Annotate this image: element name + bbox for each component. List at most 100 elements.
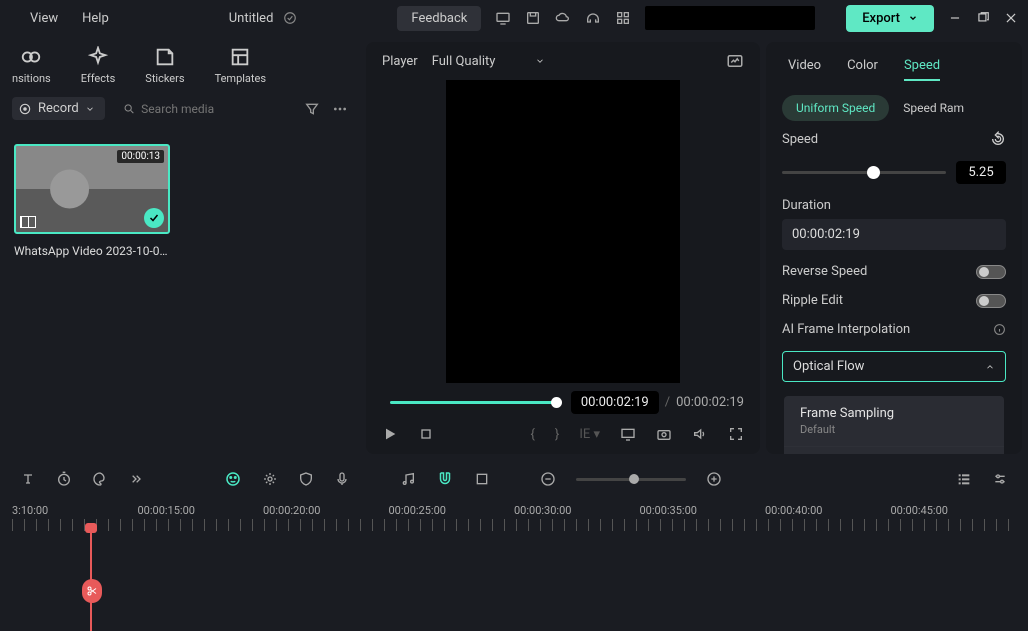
save-icon[interactable] <box>525 10 541 26</box>
fullscreen-icon[interactable] <box>728 426 744 442</box>
snapshot-icon[interactable] <box>726 52 744 70</box>
timeline-toolbar <box>12 466 1016 492</box>
minimize-icon[interactable] <box>948 11 962 25</box>
play-icon[interactable] <box>382 426 398 442</box>
tab-color[interactable]: Color <box>847 58 878 81</box>
ripple-edit-label: Ripple Edit <box>782 293 843 308</box>
brace-close-icon[interactable]: } <box>555 427 559 442</box>
media-grid: 00:00:13 WhatsApp Video 2023-10-05... <box>0 128 360 274</box>
reverse-speed-toggle[interactable] <box>976 265 1006 279</box>
screen-icon[interactable] <box>495 10 511 26</box>
tab-effects[interactable]: Effects <box>81 46 116 85</box>
cloud-icon[interactable] <box>555 10 571 26</box>
ripple-edit-toggle[interactable] <box>976 294 1006 308</box>
interpolation-options: Frame Sampling Default Frame Blending Fa… <box>784 396 1004 454</box>
feedback-button[interactable]: Feedback <box>397 6 481 31</box>
tab-transitions[interactable]: nsitions <box>12 46 51 85</box>
stop-icon[interactable] <box>418 426 434 442</box>
export-button[interactable]: Export <box>846 5 934 32</box>
crop-icon[interactable] <box>474 471 490 487</box>
scissors-icon <box>86 585 98 597</box>
window-controls <box>948 11 1018 25</box>
tab-video[interactable]: Video <box>788 58 821 81</box>
tab-templates-label: Templates <box>215 72 266 85</box>
more-icon[interactable] <box>332 101 348 117</box>
mic-icon[interactable] <box>334 471 350 487</box>
close-icon[interactable] <box>1004 11 1018 25</box>
tab-speed[interactable]: Speed <box>904 58 940 81</box>
project-title: Untitled <box>229 11 298 26</box>
magnet-icon[interactable] <box>436 470 454 488</box>
list-view-icon[interactable] <box>956 471 972 487</box>
ruler-tick: 00:00:40:00 <box>765 504 891 517</box>
search-input[interactable] <box>141 102 286 116</box>
timer-icon[interactable] <box>56 471 72 487</box>
record-label: Record <box>38 101 79 116</box>
timeline-tracks[interactable] <box>12 531 1016 601</box>
info-icon[interactable] <box>993 323 1006 336</box>
media-panel: nsitions Effects Stickers Templates Reco… <box>0 36 360 460</box>
filmstrip-icon <box>20 216 36 228</box>
uniform-speed-tab[interactable]: Uniform Speed <box>782 95 889 121</box>
text-tool-icon[interactable] <box>20 471 36 487</box>
tab-stickers[interactable]: Stickers <box>145 46 184 85</box>
progress-row: 00:00:02:19 / 00:00:02:19 <box>366 383 760 420</box>
option-subtitle: Default <box>800 423 988 436</box>
settings-icon[interactable] <box>992 471 1008 487</box>
menu-help[interactable]: Help <box>82 11 109 26</box>
option-title: Frame Sampling <box>800 406 988 421</box>
maximize-icon[interactable] <box>976 11 990 25</box>
player-bar: Player Full Quality <box>366 42 760 80</box>
brace-open-icon[interactable]: { <box>531 427 535 442</box>
ruler-tick: 00:00:45:00 <box>891 504 1017 517</box>
clip-thumbnail[interactable]: 00:00:13 <box>14 144 170 234</box>
display-icon[interactable] <box>620 426 636 442</box>
timeline-ruler[interactable]: 3:10:00 00:00:15:00 00:00:20:00 00:00:25… <box>12 504 1016 517</box>
chevron-down-icon <box>85 104 95 114</box>
menu-view[interactable]: View <box>30 11 58 26</box>
headphones-icon[interactable] <box>585 10 601 26</box>
shield-icon[interactable] <box>298 471 314 487</box>
cut-marker[interactable] <box>82 579 102 603</box>
zoom-slider[interactable] <box>576 478 686 481</box>
speed-ramp-tab[interactable]: Speed Ram <box>903 101 964 115</box>
record-icon <box>18 102 32 116</box>
quality-dropdown[interactable]: Full Quality <box>432 54 546 69</box>
filter-icon[interactable] <box>304 101 320 117</box>
more-tools-icon[interactable] <box>128 471 144 487</box>
interpolation-dropdown[interactable]: Optical Flow <box>782 351 1006 382</box>
duration-value[interactable]: 00:00:02:19 <box>782 219 1006 250</box>
ruler-marks <box>12 519 1016 531</box>
grid-icon[interactable] <box>615 10 631 26</box>
timeline-panel: 3:10:00 00:00:15:00 00:00:20:00 00:00:25… <box>0 460 1028 615</box>
text-tool-icon[interactable]: IE ▾ <box>579 427 600 442</box>
speed-subtabs: Uniform Speed Speed Ram <box>766 91 1022 131</box>
reverse-speed-label: Reverse Speed <box>782 264 867 279</box>
reset-icon[interactable] <box>990 131 1006 147</box>
chevron-down-icon <box>535 56 545 66</box>
ai-icon[interactable] <box>224 470 242 488</box>
redacted-area <box>645 6 815 30</box>
palette-icon[interactable] <box>92 471 108 487</box>
ruler-tick: 00:00:25:00 <box>389 504 515 517</box>
media-clip[interactable]: 00:00:13 WhatsApp Video 2023-10-05... <box>14 144 174 258</box>
option-frame-blending[interactable]: Frame Blending Faster but lower quality <box>784 447 1004 454</box>
sparkle-icon[interactable] <box>262 471 278 487</box>
ruler-tick: 3:10:00 <box>12 504 138 517</box>
zoom-in-icon[interactable] <box>706 471 722 487</box>
video-preview[interactable] <box>446 80 680 383</box>
ruler-tick: 00:00:15:00 <box>138 504 264 517</box>
camera-icon[interactable] <box>656 426 672 442</box>
preview-panel: Player Full Quality 00:00:02:19 / 00:00:… <box>366 42 760 454</box>
option-frame-sampling[interactable]: Frame Sampling Default <box>784 396 1004 447</box>
search-media[interactable] <box>115 98 294 120</box>
tab-templates[interactable]: Templates <box>215 46 266 85</box>
music-icon[interactable] <box>400 471 416 487</box>
volume-icon[interactable] <box>692 426 708 442</box>
speed-slider[interactable] <box>782 171 946 174</box>
zoom-out-icon[interactable] <box>540 471 556 487</box>
ruler-tick: 00:00:35:00 <box>640 504 766 517</box>
record-button[interactable]: Record <box>12 97 105 120</box>
progress-slider[interactable] <box>390 401 557 404</box>
speed-value[interactable]: 5.25 <box>956 161 1006 184</box>
